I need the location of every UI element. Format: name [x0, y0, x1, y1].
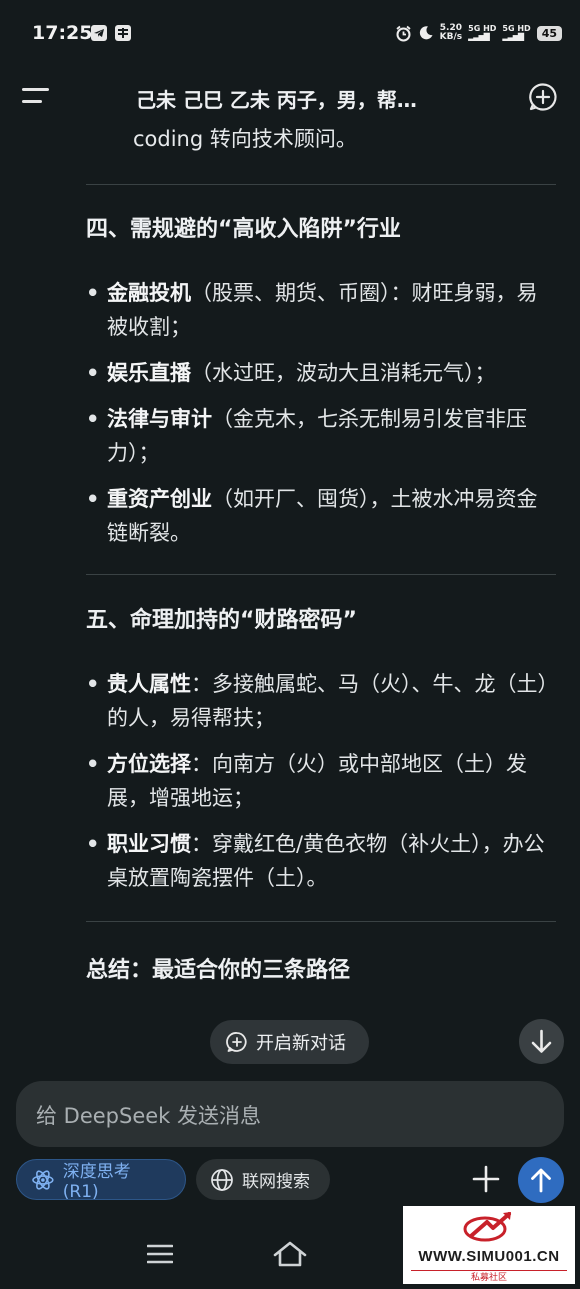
net-speed: 5.20 KB/s [439, 23, 463, 42]
send-button[interactable] [518, 1157, 564, 1203]
battery-indicator: 45 [536, 25, 562, 41]
divider [86, 574, 556, 575]
new-chat-icon[interactable] [528, 82, 558, 112]
status-right: 5.20 KB/s 5G HD ▂▃▅▇ 5G HD ▂▃▅▇ 45 [395, 24, 562, 42]
watermark-site: WWW.SIMU001.CN [418, 1248, 560, 1265]
arrow-up-icon [531, 1168, 551, 1193]
start-new-chat-button[interactable]: 开启新对话 [210, 1020, 369, 1064]
plus-icon [472, 1165, 500, 1193]
section4-list: 金融投机（股票、期货、币圈）：财旺身弱，易被收割； 娱乐直播（水过旺，波动大且消… [86, 276, 556, 550]
summary-heading: 总结：最适合你的三条路径 [86, 958, 351, 983]
app-notification-icon [115, 25, 131, 41]
scroll-down-button[interactable] [519, 1019, 564, 1064]
list-item: 方位选择：向南方（火）或中部地区（土）发展，增强地运； [86, 747, 556, 815]
list-item: 职业习惯：穿戴红色/黄色衣物（补火土），办公桌放置陶瓷摆件（土）。 [86, 827, 556, 895]
message-input-placeholder: 给 DeepSeek 发送消息 [36, 1104, 262, 1128]
web-search-toggle[interactable]: 联网搜索 [196, 1159, 330, 1200]
list-item: 重资产创业（如开厂、囤货），土被水冲易资金链断裂。 [86, 482, 556, 550]
web-search-label: 联网搜索 [242, 1172, 310, 1192]
sim2-signal: 5G HD ▂▃▅▇ [502, 24, 531, 41]
divider [86, 184, 556, 185]
menu-icon[interactable] [22, 86, 52, 110]
attach-button[interactable] [470, 1163, 502, 1195]
list-item: 贵人属性：多接触属蛇、马（火）、牛、龙（土）的人，易得帮扶； [86, 667, 556, 735]
deep-think-toggle[interactable]: 深度思考 (R1) [16, 1159, 186, 1202]
divider [86, 921, 556, 922]
sim1-signal: 5G HD ▂▃▅▇ [468, 24, 497, 41]
telegram-icon [91, 25, 107, 41]
chat-title[interactable]: 己未 己巳 乙未 丙子，男，帮… [136, 84, 417, 113]
status-time: 17:25 [32, 22, 93, 44]
watermark-logo [463, 1212, 511, 1242]
deep-think-label: 深度思考 (R1) [62, 1162, 131, 1202]
list-item: 法律与审计（金克木，七杀无制易引发官非压力）； [86, 402, 556, 470]
message-input[interactable]: 给 DeepSeek 发送消息 [16, 1081, 564, 1147]
chat-plus-icon [226, 1032, 247, 1052]
intro-text: coding 转向技术顾问。 [133, 127, 357, 151]
arrow-down-icon [531, 1029, 552, 1053]
nav-home-icon[interactable] [272, 1240, 308, 1268]
nav-menu-icon[interactable] [146, 1243, 174, 1265]
list-item: 娱乐直播（水过旺，波动大且消耗元气）； [86, 356, 556, 390]
watermark-sub: 私募社区 [403, 1270, 575, 1283]
section5-list: 贵人属性：多接触属蛇、马（火）、牛、龙（土）的人，易得帮扶； 方位选择：向南方（… [86, 667, 556, 895]
section-heading-5: 五、命理加持的“财路密码” [86, 608, 357, 633]
section-heading-4: 四、需规避的“高收入陷阱”行业 [86, 217, 401, 242]
list-item: 金融投机（股票、期货、币圈）：财旺身弱，易被收割； [86, 276, 556, 344]
atom-icon [32, 1169, 54, 1190]
moon-icon [419, 26, 433, 40]
message-content: coding 转向技术顾问。 四、需规避的“高收入陷阱”行业 金融投机（股票、期… [86, 120, 556, 984]
watermark: WWW.SIMU001.CN 私募社区 [403, 1206, 575, 1284]
alarm-icon [396, 25, 411, 41]
start-new-chat-label: 开启新对话 [256, 1033, 346, 1054]
globe-icon [211, 1168, 233, 1191]
